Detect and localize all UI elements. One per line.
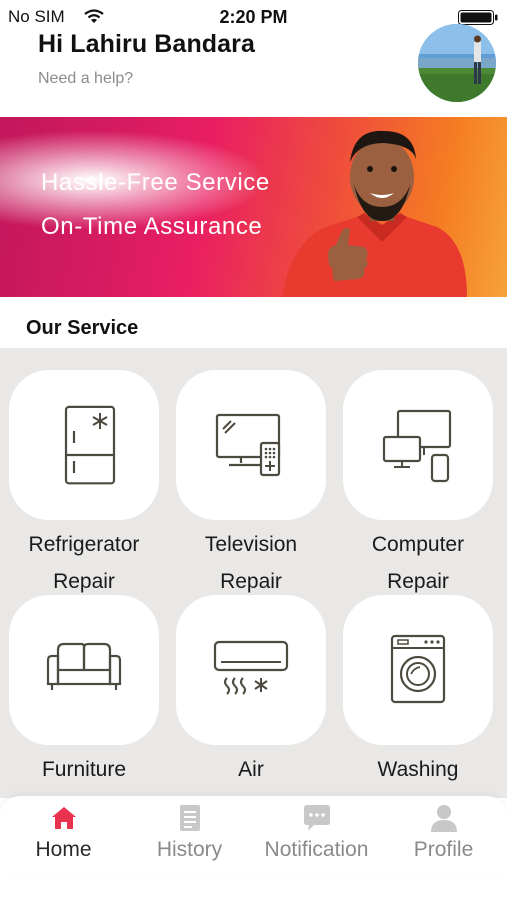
- notification-icon: [303, 805, 330, 831]
- section-title: Our Service: [26, 317, 139, 339]
- help-link[interactable]: Need a help?: [38, 70, 133, 88]
- tab-label: Notification: [264, 838, 369, 861]
- tab-label: Profile: [413, 838, 474, 861]
- greeting-title: Hi Lahiru Bandara: [38, 30, 256, 58]
- history-icon: [179, 805, 200, 831]
- service-label: Television Repair: [204, 533, 298, 593]
- banner-headline-1: Hassle-Free Service: [41, 169, 270, 196]
- battery-icon: [458, 10, 498, 25]
- service-label: Refrigerator Repair: [28, 533, 140, 593]
- tab-notification[interactable]: Notification: [253, 802, 380, 862]
- bottom-tab-bar: Home History Notification Profile: [0, 796, 507, 874]
- service-card[interactable]: [176, 595, 326, 745]
- promo-banner[interactable]: Hassle-Free Service On-Time Assurance: [0, 117, 507, 297]
- washing-machine-icon: [390, 634, 446, 704]
- service-label: WashingMachine R...: [359, 758, 477, 798]
- tab-history[interactable]: History: [126, 802, 253, 862]
- home-icon: [51, 807, 76, 829]
- sofa-icon: [46, 642, 122, 690]
- services-grid: Refrigerator Repair Television Repair Co…: [0, 348, 507, 798]
- service-card[interactable]: [176, 370, 326, 520]
- tab-label: Home: [35, 838, 92, 861]
- service-card[interactable]: [9, 595, 159, 745]
- service-label: Computer Repair: [371, 533, 465, 593]
- banner-person-illustration: [282, 130, 467, 297]
- service-refrigerator-repair[interactable]: Refrigerator Repair: [7, 370, 161, 600]
- service-television-repair[interactable]: Television Repair: [174, 370, 328, 600]
- service-card[interactable]: [343, 595, 493, 745]
- service-furniture-repair[interactable]: FurnitureRepair: [7, 595, 161, 798]
- profile-icon: [430, 805, 457, 832]
- tab-label: History: [156, 838, 223, 861]
- clock-time: 2:20 PM: [219, 7, 288, 27]
- service-computer-repair[interactable]: Computer Repair: [341, 370, 495, 600]
- computer-icon: [382, 409, 452, 483]
- banner-headline-2: On-Time Assurance: [41, 213, 263, 240]
- tab-home[interactable]: Home: [0, 802, 127, 862]
- service-card[interactable]: [9, 370, 159, 520]
- television-icon: [215, 413, 281, 477]
- service-air-conditions[interactable]: AirConditions: [174, 595, 328, 798]
- service-label: FurnitureRepair: [41, 758, 127, 798]
- status-bar: No SIM 2:20 PM: [0, 0, 507, 32]
- avatar[interactable]: [418, 24, 496, 102]
- tab-profile[interactable]: Profile: [380, 802, 507, 862]
- service-label: AirConditions: [201, 758, 300, 798]
- air-conditioner-icon: [213, 640, 289, 695]
- service-washing-machine-repair[interactable]: WashingMachine R...: [341, 595, 495, 798]
- avatar-photo: [418, 24, 496, 102]
- refrigerator-icon: [64, 405, 116, 485]
- service-card[interactable]: [343, 370, 493, 520]
